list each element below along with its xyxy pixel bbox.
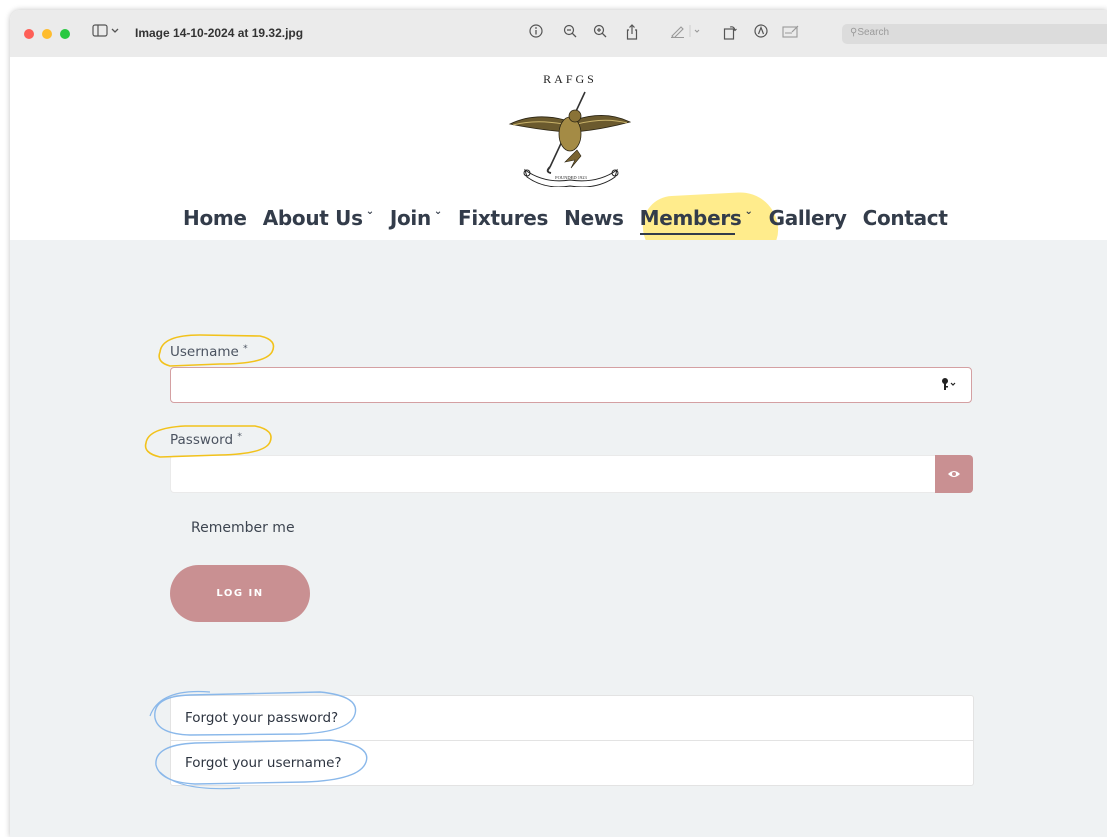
nav-item-fixtures[interactable]: Fixtures [458,206,548,230]
forgot-username-text: Forgot your username? [185,755,342,771]
zoom-window-button[interactable] [60,29,70,39]
login-button[interactable]: LOG IN [170,565,310,622]
nav-label: Contact [862,206,948,230]
forgot-password-text: Forgot your password? [185,710,339,726]
preview-window: Image 14-10-2024 at 19.32.jpg ⚲Search RA… [10,10,1107,837]
eye-icon [948,471,960,477]
search-placeholder: Search [857,27,890,38]
search-field[interactable]: ⚲Search [842,24,1107,44]
markup-pen-icon[interactable] [670,24,700,42]
password-label: Password * [170,432,242,448]
chevron-down-icon: ⌄ [433,206,442,217]
remember-me-label[interactable]: Remember me [191,520,295,536]
forgot-username-link[interactable]: Forgot your username? [171,741,973,785]
required-mark: * [237,432,242,442]
site-logo[interactable]: RAFGS FOUNDED 1923 [505,72,635,187]
zoom-in-icon[interactable] [593,24,607,42]
show-password-button[interactable] [935,455,973,493]
nav-item-contact[interactable]: Contact [863,206,948,230]
nav-item-about-us[interactable]: About Us ⌄ [263,206,374,230]
search-icon: ⚲Search [850,27,890,38]
username-input[interactable] [170,367,972,403]
recovery-links: Forgot your password? Forgot your userna… [170,695,974,786]
nav-item-gallery[interactable]: Gallery [769,206,847,230]
username-label: Username * [170,344,248,360]
nav-label: Members [639,206,742,230]
chevron-down-icon: ⌄ [365,206,374,217]
nav-label: News [564,206,624,230]
title-bar: Image 14-10-2024 at 19.32.jpg ⚲Search [10,10,1107,58]
main-nav: Home About Us ⌄ Join ⌄ Fixtures News Membe… [183,203,964,235]
info-icon[interactable] [529,24,543,42]
share-icon[interactable] [625,24,639,44]
login-section: Username * Password * Remember me LOG IN [10,240,1107,837]
site-header: RAFGS FOUNDED 1923 Home About Us ⌄ Join … [10,57,1107,266]
password-input[interactable] [170,455,936,493]
nav-label: Join [389,206,431,230]
chevron-down-icon: ⌄ [744,206,753,217]
forgot-password-link[interactable]: Forgot your password? [171,696,973,741]
nav-label: About Us [262,206,363,230]
form-fill-icon[interactable] [782,24,800,42]
minimize-window-button[interactable] [42,29,52,39]
nav-item-join[interactable]: Join ⌄ [390,206,442,230]
window-title: Image 14-10-2024 at 19.32.jpg [135,26,304,40]
zoom-out-icon[interactable] [563,24,577,42]
nav-item-members[interactable]: Members ⌄ [639,206,753,235]
nav-item-home[interactable]: Home [183,206,247,230]
nav-label: Fixtures [458,206,549,230]
sidebar-toggle-icon[interactable] [92,24,120,42]
nav-item-news[interactable]: News [564,206,624,230]
close-window-button[interactable] [24,29,34,39]
username-label-text: Username [170,344,239,360]
nav-label: Home [183,206,247,230]
required-mark: * [243,344,248,354]
password-label-text: Password [170,432,234,448]
password-key-icon[interactable] [941,377,957,394]
eagle-emblem-icon [508,91,632,187]
logo-motto: FOUNDED 1923 [555,175,587,180]
page-content: RAFGS FOUNDED 1923 Home About Us ⌄ Join … [10,57,1107,837]
rotate-icon[interactable] [723,24,737,44]
active-underline [639,233,735,235]
markup-toolbar-icon[interactable] [754,24,768,42]
nav-label: Gallery [768,206,847,230]
